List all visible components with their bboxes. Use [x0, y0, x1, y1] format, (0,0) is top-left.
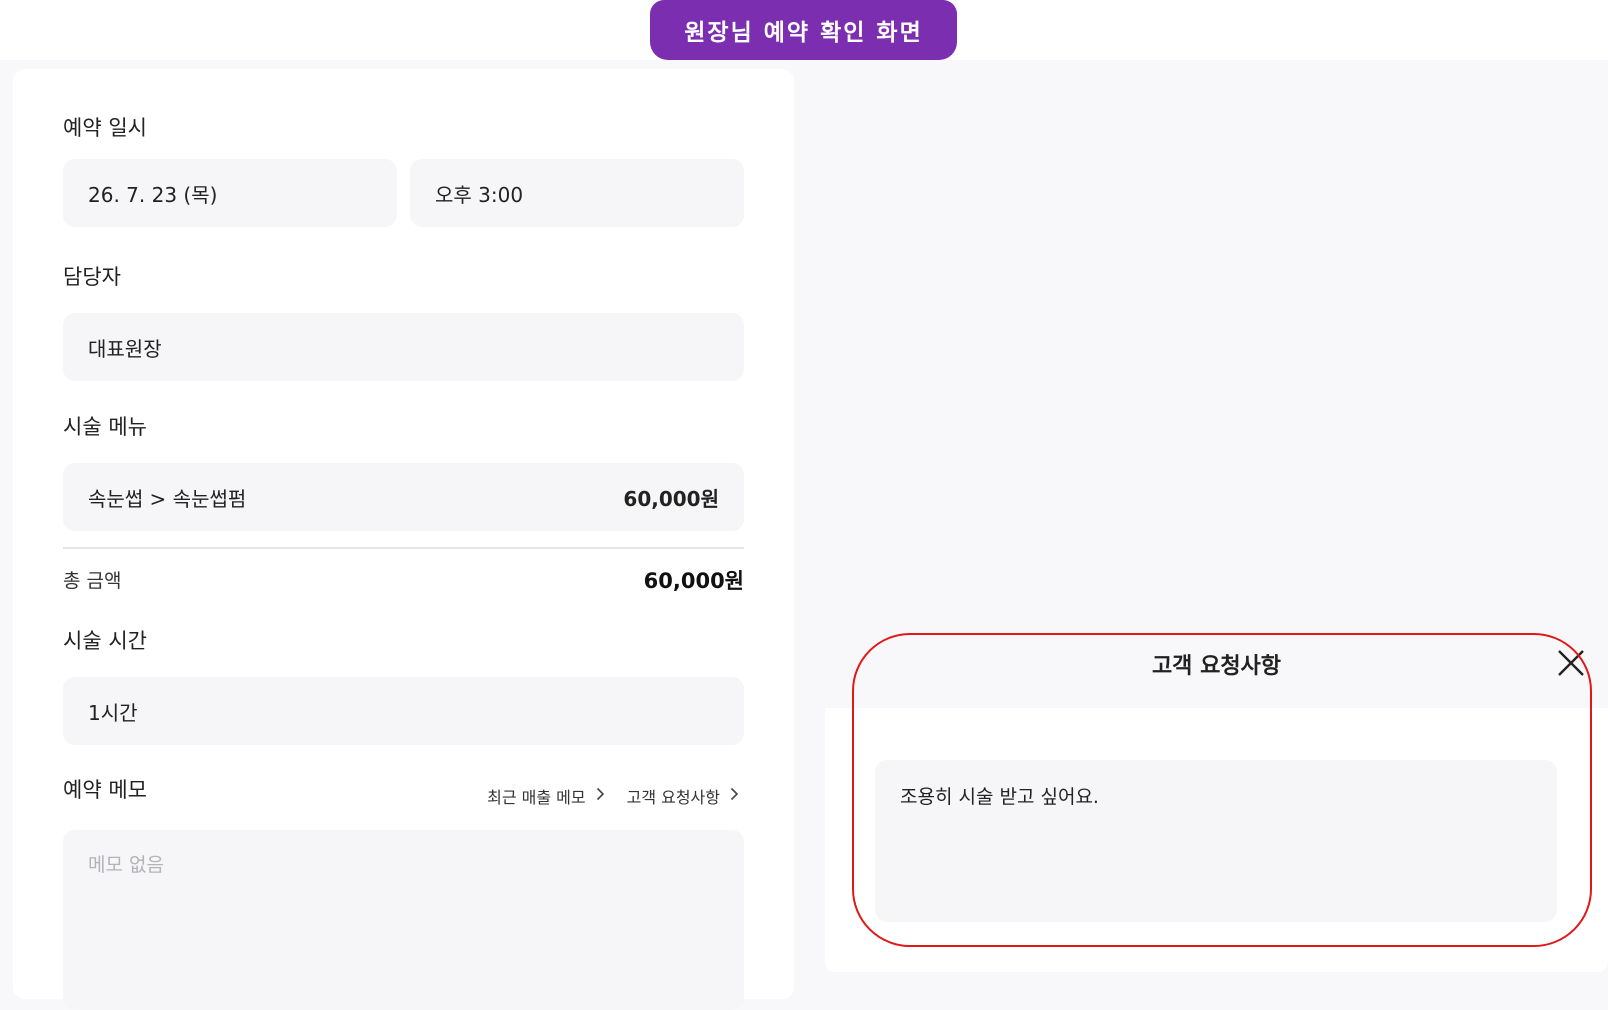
memo-placeholder: 메모 없음 [88, 854, 164, 876]
datetime-label: 예약 일시 [63, 116, 147, 140]
duration-value: 1시간 [88, 700, 138, 725]
screen-title-banner: 원장님 예약 확인 화면 [650, 0, 957, 60]
menu-field[interactable]: 속눈썹 > 속눈썹펌 60,000원 [63, 463, 744, 531]
customer-request-text: 조용히 시술 받고 싶어요. [875, 760, 1557, 922]
divider [63, 547, 744, 549]
close-button[interactable] [1554, 646, 1588, 680]
chevron-right-icon [730, 786, 739, 806]
menu-label: 시술 메뉴 [63, 415, 147, 439]
recent-sales-memo-label: 최근 매출 메모 [487, 788, 586, 807]
modal-title: 고객 요청사항 [1151, 654, 1282, 679]
customer-request-value: 조용히 시술 받고 싶어요. [900, 786, 1099, 808]
time-value: 오후 3:00 [435, 182, 524, 207]
date-field[interactable]: 26. 7. 23 (목) [63, 159, 397, 227]
recent-sales-memo-link[interactable]: 최근 매출 메모 [487, 784, 605, 808]
memo-label: 예약 메모 [63, 778, 147, 802]
close-icon [1558, 650, 1584, 676]
staff-field[interactable]: 대표원장 [63, 313, 744, 381]
customer-request-label: 고객 요청사항 [626, 788, 720, 807]
menu-item: 속눈썹 > 속눈썹펌 [88, 486, 247, 511]
time-field[interactable]: 오후 3:00 [410, 159, 744, 227]
reservation-detail-panel: 예약 일시 26. 7. 23 (목) 오후 3:00 담당자 대표원장 시술 … [13, 69, 794, 1010]
total-label: 총 금액 [63, 570, 122, 592]
customer-request-link[interactable]: 고객 요청사항 [627, 784, 739, 808]
customer-request-modal: 고객 요청사항 조용히 시술 받고 싶어요. [825, 622, 1608, 972]
duration-label: 시술 시간 [63, 629, 147, 653]
date-value: 26. 7. 23 (목) [88, 182, 218, 207]
duration-field[interactable]: 1시간 [63, 677, 744, 745]
memo-textarea[interactable]: 메모 없음 [63, 830, 744, 1010]
staff-label: 담당자 [63, 265, 121, 289]
chevron-right-icon [596, 786, 605, 806]
total-value: 60,000원 [643, 569, 744, 593]
memo-links: 최근 매출 메모 고객 요청사항 [487, 784, 739, 808]
menu-price: 60,000원 [623, 486, 719, 511]
staff-value: 대표원장 [88, 336, 162, 361]
